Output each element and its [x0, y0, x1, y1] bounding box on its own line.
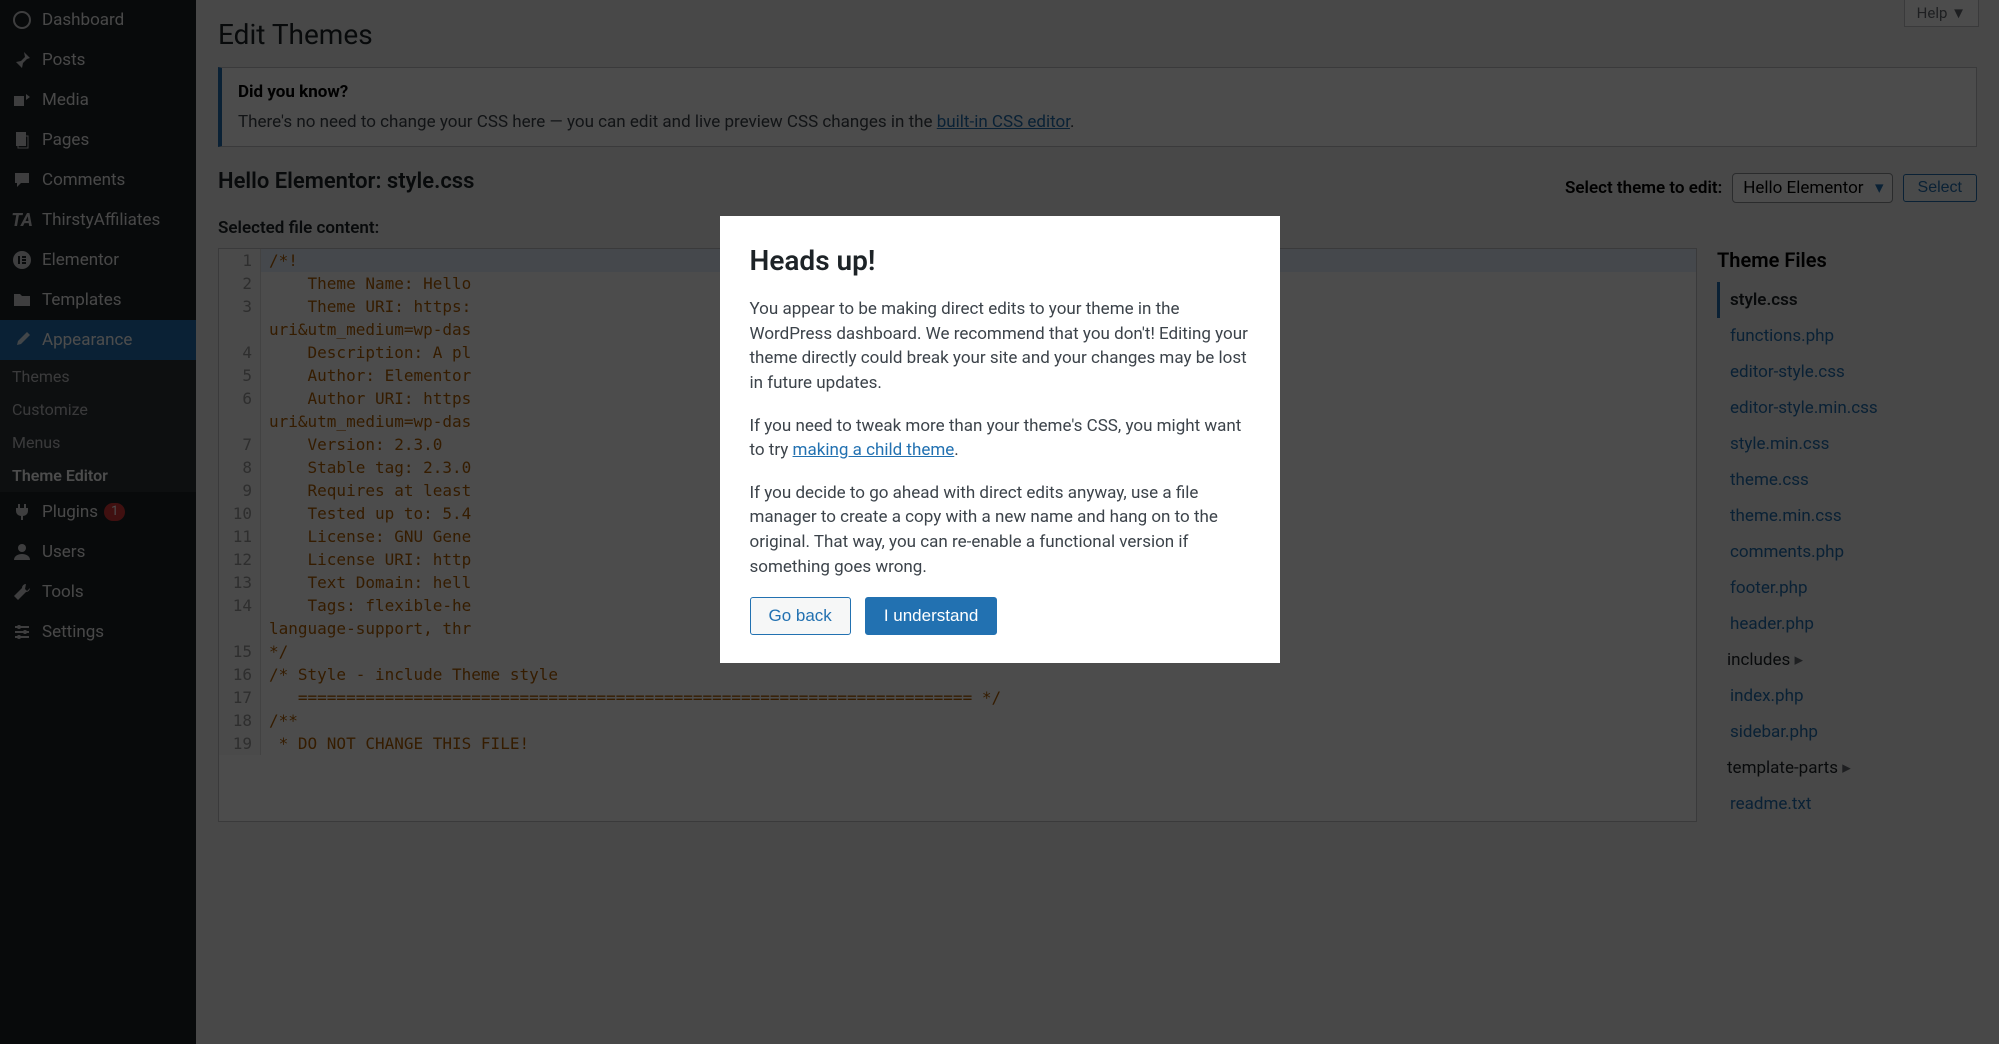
modal-paragraph-2: If you need to tweak more than your them… [750, 414, 1250, 463]
modal-overlay: Heads up! You appear to be making direct… [0, 0, 1999, 1044]
modal-paragraph-1: You appear to be making direct edits to … [750, 297, 1250, 396]
child-theme-link[interactable]: making a child theme [793, 440, 955, 460]
modal-title: Heads up! [750, 244, 1250, 277]
warning-modal: Heads up! You appear to be making direct… [720, 216, 1280, 663]
understand-button[interactable]: I understand [865, 597, 998, 635]
go-back-button[interactable]: Go back [750, 597, 851, 635]
modal-paragraph-3: If you decide to go ahead with direct ed… [750, 481, 1250, 580]
